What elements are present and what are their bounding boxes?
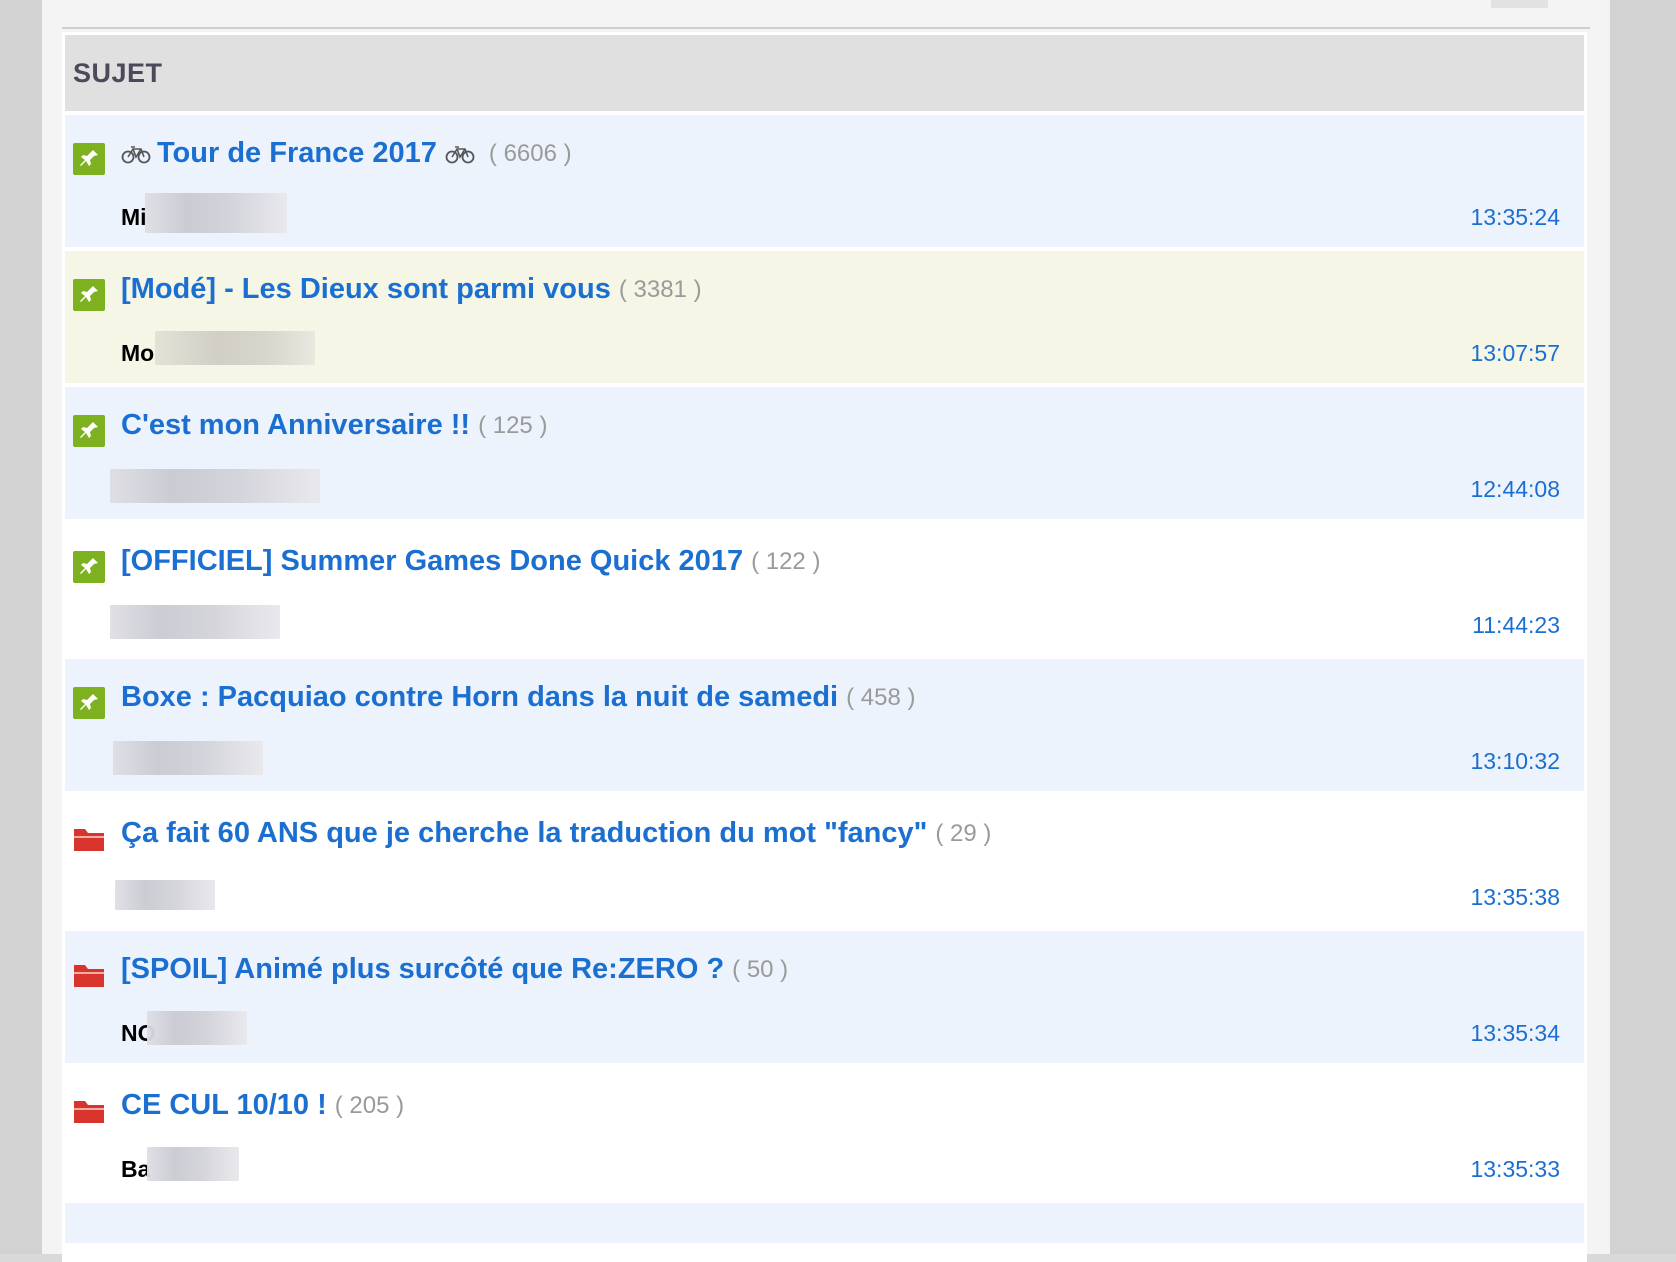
reply-count: ( 29 ) (935, 819, 992, 847)
topic-title-line: [OFFICIEL] Summer Games Done Quick 2017 … (121, 545, 820, 578)
reply-count: ( 50 ) (732, 955, 789, 983)
topic-row: CE CUL 10/10 ! ( 205 ) Ba 13:35:33 (65, 1067, 1584, 1203)
redacted-author (147, 1011, 247, 1045)
redacted-author (155, 331, 315, 365)
reply-count: ( 122 ) (751, 547, 821, 575)
table-header: SUJET (65, 35, 1584, 115)
topic-title-line: Ça fait 60 ANS que je cherche la traduct… (121, 817, 991, 850)
pinned-topic-icon (73, 551, 105, 583)
topic-title-link[interactable]: Tour de France 2017 (157, 137, 437, 170)
redacted-author (110, 605, 280, 639)
topic-title-link[interactable]: Boxe : Pacquiao contre Horn dans la nuit… (121, 681, 838, 714)
last-post-time[interactable]: 13:10:32 (1470, 748, 1560, 775)
last-post-time[interactable]: 13:35:38 (1470, 884, 1560, 911)
topic-row: Boxe : Pacquiao contre Horn dans la nuit… (65, 659, 1584, 795)
reply-count: ( 6606 ) (488, 139, 572, 167)
topic-title-link[interactable]: [Modé] - Les Dieux sont parmi vous (121, 273, 611, 306)
last-post-time[interactable]: 11:44:23 (1472, 612, 1560, 639)
reply-count: ( 458 ) (846, 683, 916, 711)
right-margin (1610, 0, 1676, 1254)
forum-page: SUJET Tour de France 2017 ( 6606 ) Mi 13… (42, 0, 1610, 1262)
last-post-time[interactable]: 13:07:57 (1470, 340, 1560, 367)
topic-title-line: [Modé] - Les Dieux sont parmi vous ( 338… (121, 273, 702, 306)
topic-title-line: CE CUL 10/10 ! ( 205 ) (121, 1089, 404, 1122)
author-name[interactable]: Mi (121, 204, 147, 231)
left-margin (0, 0, 42, 1254)
top-tab[interactable] (1491, 0, 1548, 8)
redacted-author (147, 1147, 239, 1181)
last-post-time[interactable]: 12:44:08 (1470, 476, 1560, 503)
topic-row: Tour de France 2017 ( 6606 ) Mi 13:35:24 (65, 115, 1584, 251)
pinned-topic-icon (73, 687, 105, 719)
bicycle-icon (445, 145, 475, 163)
topic-row: C'est mon Anniversaire !! ( 125 ) 12:44:… (65, 387, 1584, 523)
pinned-topic-icon (73, 143, 105, 175)
reply-count: ( 205 ) (334, 1091, 405, 1119)
topic-title-line: Boxe : Pacquiao contre Horn dans la nuit… (121, 681, 915, 714)
topic-title-link[interactable]: [SPOIL] Animé plus surcôté que Re:ZERO ? (121, 953, 724, 986)
redacted-author (115, 880, 215, 910)
subject-column-header[interactable]: SUJET (73, 58, 163, 89)
topic-row: Ça fait 60 ANS que je cherche la traduct… (65, 795, 1584, 931)
topic-table: SUJET Tour de France 2017 ( 6606 ) Mi 13… (62, 32, 1587, 1262)
pinned-topic-icon (73, 279, 105, 311)
folder-icon (74, 1101, 104, 1123)
pinned-topic-icon (73, 415, 105, 447)
topic-row: [SPOIL] Animé plus surcôté que Re:ZERO ?… (65, 931, 1584, 1067)
author-name[interactable]: Ba (121, 1156, 150, 1183)
folder-icon (74, 965, 104, 987)
folder-icon (74, 829, 104, 851)
topic-row-partial (65, 1203, 1584, 1243)
topic-title-line: [SPOIL] Animé plus surcôté que Re:ZERO ?… (121, 953, 788, 986)
reply-count: ( 3381 ) (618, 275, 702, 303)
reply-count: ( 125 ) (478, 411, 548, 439)
topic-title-line: C'est mon Anniversaire !! ( 125 ) (121, 409, 547, 442)
topic-title-line: Tour de France 2017 ( 6606 ) (121, 137, 572, 170)
author-name[interactable]: Mo (121, 340, 154, 367)
redacted-author (110, 469, 320, 503)
last-post-time[interactable]: 13:35:24 (1470, 204, 1560, 231)
last-post-time[interactable]: 13:35:33 (1470, 1156, 1560, 1183)
topic-row: [Modé] - Les Dieux sont parmi vous ( 338… (65, 251, 1584, 387)
topic-title-link[interactable]: [OFFICIEL] Summer Games Done Quick 2017 (121, 545, 743, 578)
redacted-author (145, 193, 287, 233)
topic-title-link[interactable]: Ça fait 60 ANS que je cherche la traduct… (121, 817, 927, 850)
bicycle-icon (121, 145, 151, 163)
topic-title-link[interactable]: C'est mon Anniversaire !! (121, 409, 470, 442)
redacted-author (113, 741, 263, 775)
topic-row: [OFFICIEL] Summer Games Done Quick 2017 … (65, 523, 1584, 659)
top-divider (62, 27, 1590, 29)
topic-title-link[interactable]: CE CUL 10/10 ! (121, 1089, 327, 1122)
last-post-time[interactable]: 13:35:34 (1470, 1020, 1560, 1047)
